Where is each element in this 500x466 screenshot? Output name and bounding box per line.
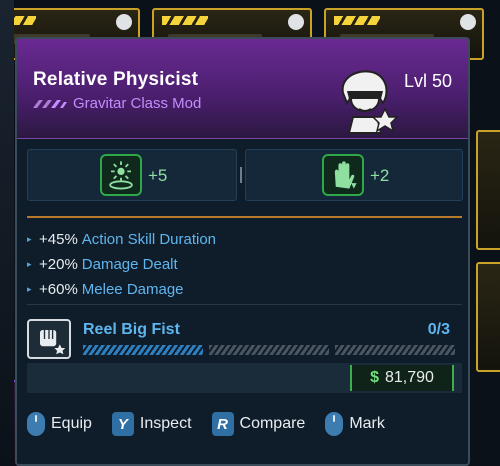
mouse-left-icon [27,412,45,436]
equip-button[interactable]: Equip [27,412,92,436]
item-price: $ 81,790 [350,365,454,391]
perk-label: Action Skill Duration [81,231,217,248]
inventory-tile[interactable] [476,262,500,372]
inspect-label: Inspect [139,415,192,432]
bullet-icon: ▸ [27,284,32,294]
key-y: Y [111,412,134,436]
mark-button[interactable]: Mark [325,412,385,436]
rank-bar [335,345,455,355]
compare-label: Compare [239,415,306,432]
item-type: Gravitar Class Mod [73,95,202,112]
item-card: Relative Physicist Gravitar Class Mod Lv… [15,37,470,466]
inventory-tile[interactable] [476,130,500,250]
rarity-chevrons-icon [33,99,67,108]
fist-icon [27,319,71,359]
inspect-button[interactable]: Y Inspect [111,412,192,436]
item-type-row: Gravitar Class Mod [33,95,201,112]
skill-bonus-2: +2 [245,149,463,201]
bullet-icon: ▸ [27,234,32,244]
skill-rank-count: 0/3 [427,321,450,338]
inventory-left-edge [0,0,14,466]
item-name: Relative Physicist [33,69,199,90]
separator-line [27,216,462,218]
perk-value: +20% [39,256,78,273]
mouse-middle-icon [325,412,344,436]
currency-symbol: $ [370,369,379,386]
mark-label: Mark [349,415,385,432]
bullet-icon: ▸ [27,259,32,269]
perk-value: +45% [39,231,78,248]
section-divider [27,304,462,305]
skill-bonus-1: +5 [27,149,237,201]
skill-bonus-divider [240,167,242,183]
skill-bonus-value: +2 [370,166,390,185]
skill-bonus-value: +5 [148,166,168,185]
perk-item: ▸ +45% Action Skill Duration [27,227,216,252]
glove-skill-icon [322,154,364,196]
compare-button[interactable]: R Compare [211,412,306,436]
gravitar-portrait-icon [341,70,399,134]
skill-rank-name: Reel Big Fist [83,321,180,338]
skill-rank-row: Reel Big Fist 0/3 [27,319,462,359]
perk-label: Melee Damage [81,281,184,298]
perk-label: Damage Dealt [81,256,178,273]
action-bar: Equip Y Inspect R Compare Mark [27,407,467,441]
perk-item: ▸ +20% Damage Dealt [27,252,216,277]
perk-value: +60% [39,281,78,298]
rank-bar [83,345,203,355]
key-r: R [211,412,234,436]
perk-item: ▸ +60% Melee Damage [27,277,216,302]
item-level: Lvl 50 [403,71,452,91]
rank-bar [209,345,329,355]
orbital-skill-icon [100,154,142,196]
price-amount: 81,790 [384,369,434,386]
perk-list: ▸ +45% Action Skill Duration ▸ +20% Dama… [27,227,216,302]
equip-label: Equip [51,415,92,432]
item-header: Relative Physicist Gravitar Class Mod Lv… [17,39,468,139]
